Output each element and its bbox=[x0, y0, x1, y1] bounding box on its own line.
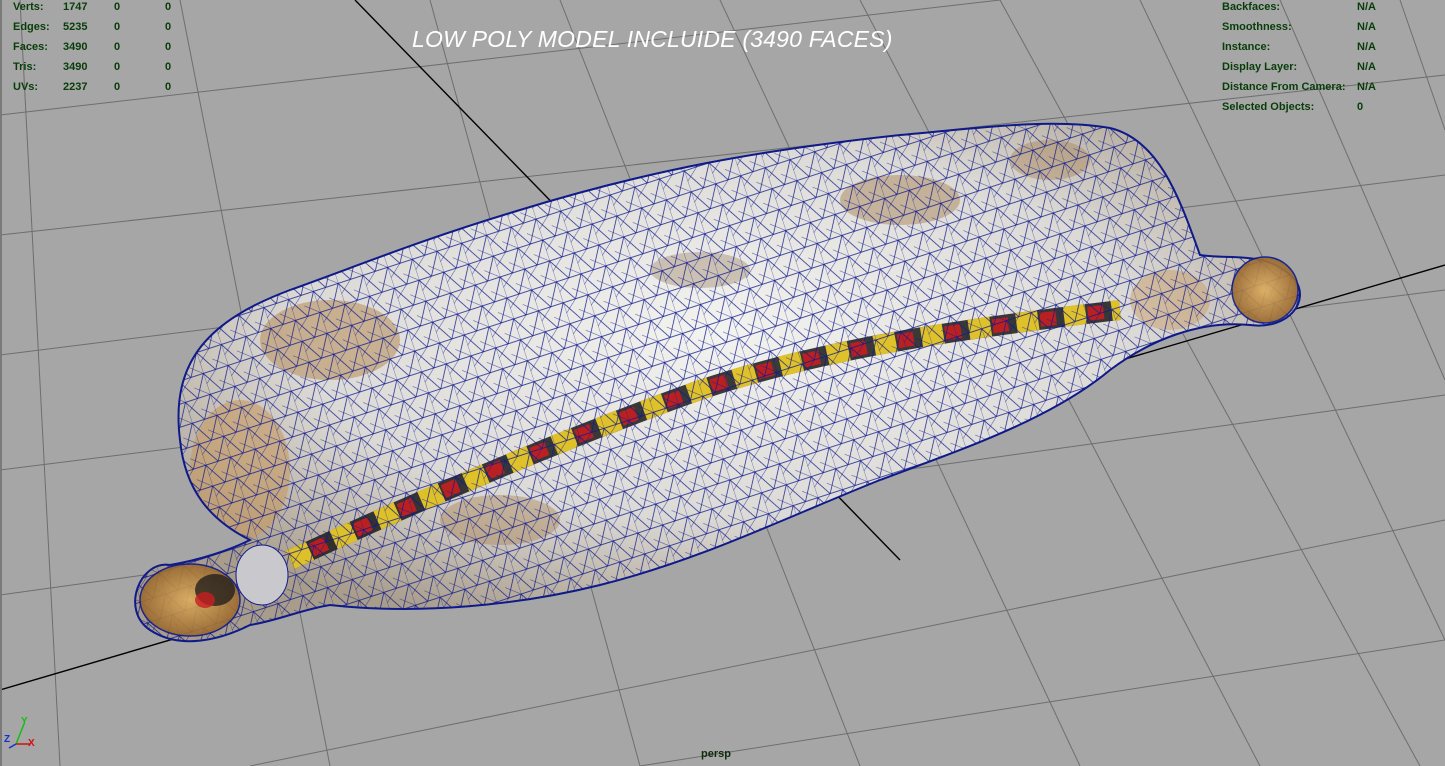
hud-label: Edges: bbox=[13, 21, 50, 33]
hud-value: N/A bbox=[1357, 1, 1376, 13]
hud-label: Distance From Camera: bbox=[1222, 81, 1346, 93]
hud-value: 0 bbox=[165, 1, 172, 13]
axis-x-label: X bbox=[28, 738, 35, 749]
hud-row-tris: Tris: 3490 0 0 bbox=[13, 57, 185, 77]
hud-value: 0 bbox=[114, 1, 121, 13]
hud-label: Tris: bbox=[13, 61, 37, 73]
hud-row-faces: Faces: 3490 0 0 bbox=[13, 37, 185, 57]
hud-row-selected: Selected Objects: 0 bbox=[1222, 97, 1397, 117]
hud-value: N/A bbox=[1357, 81, 1376, 93]
hud-value: 0 bbox=[165, 61, 172, 73]
hud-label: Verts: bbox=[13, 1, 44, 13]
hud-row-smoothness: Smoothness: N/A bbox=[1222, 17, 1397, 37]
hud-value: 0 bbox=[165, 81, 172, 93]
hud-label: Backfaces: bbox=[1222, 1, 1281, 13]
hud-row-display-layer: Display Layer: N/A bbox=[1222, 57, 1397, 77]
hud-value: 0 bbox=[114, 81, 121, 93]
hud-value: 5235 bbox=[63, 21, 88, 33]
hud-value: 0 bbox=[114, 41, 121, 53]
hud-label: Smoothness: bbox=[1222, 21, 1292, 33]
axis-y-label: Y bbox=[21, 716, 28, 727]
hud-value: 0 bbox=[165, 21, 172, 33]
hud-value: 3490 bbox=[63, 41, 88, 53]
hud-label: UVs: bbox=[13, 81, 39, 93]
hud-value: 1747 bbox=[63, 1, 88, 13]
viewport-left-border bbox=[0, 0, 2, 766]
perspective-viewport[interactable]: LOW POLY MODEL INCLUIDE (3490 FACES) Ver… bbox=[0, 0, 1445, 766]
hud-row-backfaces: Backfaces: N/A bbox=[1222, 0, 1397, 17]
axis-z-label: Z bbox=[4, 734, 11, 745]
hud-value: N/A bbox=[1357, 61, 1376, 73]
hud-value: 0 bbox=[114, 61, 121, 73]
hud-value: 0 bbox=[1357, 101, 1364, 113]
hud-label: Instance: bbox=[1222, 41, 1271, 53]
hud-value: 0 bbox=[165, 41, 172, 53]
hud-row-verts: Verts: 1747 0 0 bbox=[13, 0, 185, 17]
hud-row-distance: Distance From Camera: N/A bbox=[1222, 77, 1397, 97]
object-details-hud: Backfaces: N/A Smoothness: N/A Instance:… bbox=[1222, 0, 1397, 117]
hud-value: 3490 bbox=[63, 61, 88, 73]
view-axis-gizmo: Y Z X bbox=[4, 716, 44, 758]
hud-value: 0 bbox=[114, 21, 121, 33]
hud-label: Display Layer: bbox=[1222, 61, 1298, 73]
mesh-knot-right bbox=[1231, 256, 1299, 324]
hud-value: N/A bbox=[1357, 41, 1376, 53]
model-caption: LOW POLY MODEL INCLUIDE (3490 FACES) bbox=[412, 26, 893, 52]
camera-name-label: persp bbox=[701, 748, 731, 760]
hud-row-uvs: UVs: 2237 0 0 bbox=[13, 77, 185, 97]
hud-value: 2237 bbox=[63, 81, 88, 93]
hud-label: Selected Objects: bbox=[1222, 101, 1315, 113]
hud-label: Faces: bbox=[13, 41, 48, 53]
poly-count-hud: Verts: 1747 0 0 Edges: 5235 0 0 Faces: 3… bbox=[13, 0, 185, 97]
hud-row-instance: Instance: N/A bbox=[1222, 37, 1397, 57]
hud-value: N/A bbox=[1357, 21, 1376, 33]
hud-row-edges: Edges: 5235 0 0 bbox=[13, 17, 185, 37]
